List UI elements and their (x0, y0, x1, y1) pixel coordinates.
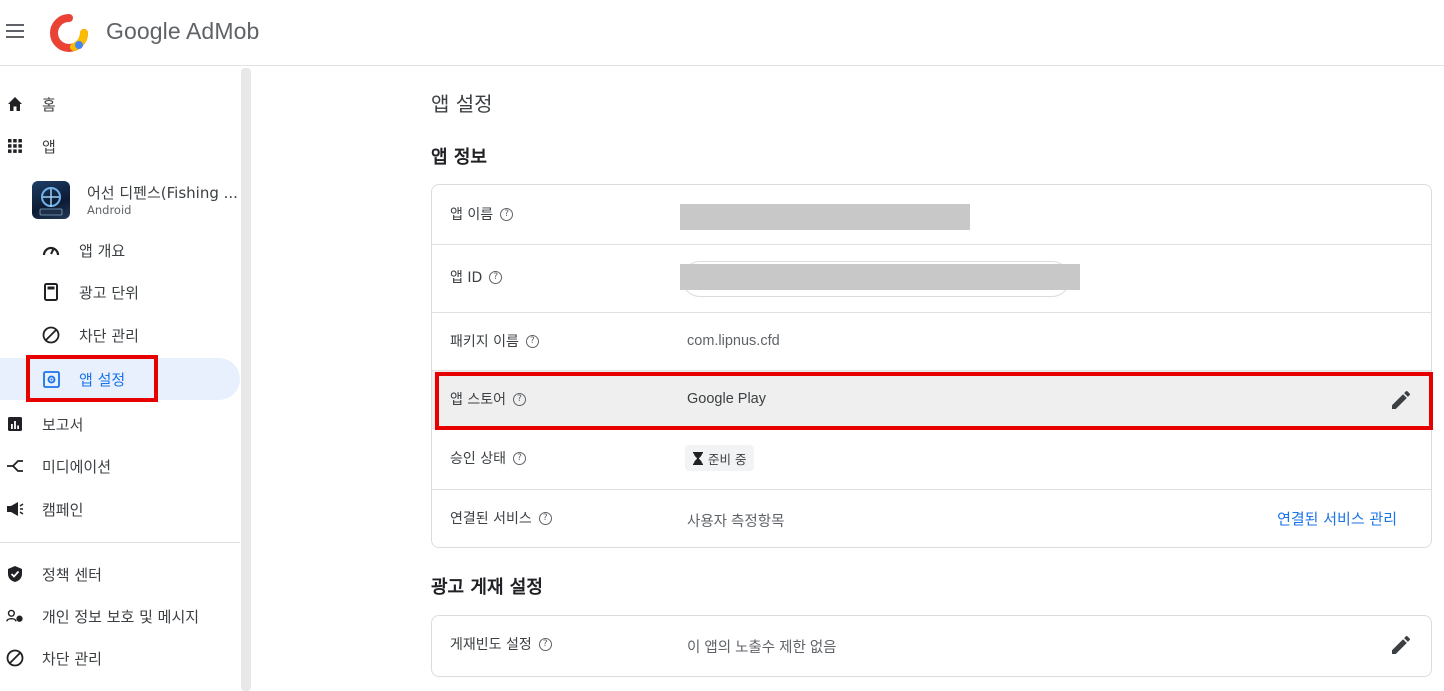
selected-app-card[interactable]: 어선 디펜스(Fishing ... Android (30, 180, 240, 224)
row-label: 승인 상태 ? (450, 448, 526, 468)
sidebar-item-label: 차단 관리 (79, 326, 139, 345)
sidebar-item-mediation[interactable]: 미디에이션 (0, 447, 240, 485)
row-label: 앱 스토어 ? (450, 389, 526, 409)
row-linked-services: 연결된 서비스 ? 사용자 측정항목 연결된 서비스 관리 (432, 490, 1431, 548)
edit-pencil-icon[interactable] (1389, 388, 1413, 412)
brand-title[interactable]: Google AdMob (106, 18, 259, 45)
help-icon[interactable]: ? (512, 451, 526, 465)
sidebar-item-label: 앱 (42, 137, 56, 156)
section-title-ad-serving: 광고 게재 설정 (431, 577, 543, 598)
sidebar-item-apps[interactable]: 앱 (0, 127, 240, 165)
row-label: 앱 이름 ? (450, 204, 514, 224)
privacy-icon (6, 607, 24, 625)
sidebar-item-label: 차단 관리 (42, 649, 102, 668)
speedometer-icon (42, 241, 60, 259)
sidebar-item-label: 광고 단위 (79, 283, 139, 302)
sidebar-item-label: 정책 센터 (42, 565, 102, 584)
section-title-app-info: 앱 정보 (431, 147, 487, 168)
ad-serving-card: 게재빈도 설정 ? 이 앱의 노출수 제한 없음 (431, 615, 1432, 677)
app-name-label: 어선 디펜스(Fishing ... (87, 184, 238, 202)
row-label: 앱 ID ? (450, 267, 503, 287)
row-frequency-capping: 게재빈도 설정 ? 이 앱의 노출수 제한 없음 (432, 616, 1431, 676)
sidebar-item-policy-center[interactable]: 정책 센터 (0, 555, 240, 593)
row-app-name: 앱 이름 ? (432, 185, 1431, 245)
help-icon[interactable]: ? (525, 334, 539, 348)
sidebar-item-label: 홈 (42, 95, 56, 114)
app-platform-label: Android (87, 203, 132, 217)
help-icon[interactable]: ? (512, 392, 526, 406)
policy-shield-icon (6, 565, 24, 583)
admob-logo-icon (50, 14, 88, 52)
help-icon[interactable]: ? (500, 207, 514, 221)
mediation-icon (6, 457, 24, 475)
row-label: 패키지 이름 ? (450, 331, 539, 351)
top-app-bar: Google AdMob (0, 0, 1444, 66)
status-badge: 준비 중 (685, 445, 755, 471)
app-settings-icon (42, 370, 60, 388)
row-label: 게재빈도 설정 ? (450, 634, 552, 654)
reports-icon (6, 415, 24, 433)
app-thumbnail (32, 181, 70, 219)
edit-pencil-icon[interactable] (1389, 633, 1413, 657)
linked-services-value: 사용자 측정항목 (687, 514, 785, 530)
sidebar-item-reports[interactable]: 보고서 (0, 405, 240, 443)
sidebar-item-label: 미디에이션 (42, 457, 112, 476)
help-icon[interactable]: ? (538, 511, 552, 525)
apps-grid-icon (6, 137, 24, 155)
row-app-store: 앱 스토어 ? Google Play (432, 371, 1431, 429)
campaign-icon (6, 500, 24, 518)
help-icon[interactable]: ? (489, 270, 503, 284)
help-icon[interactable]: ? (538, 637, 552, 651)
sidebar-item-ad-units[interactable]: 광고 단위 (0, 273, 240, 311)
sidebar-item-label: 앱 설정 (79, 370, 126, 389)
sidebar-item-home[interactable]: 홈 (0, 85, 240, 123)
sidebar-item-app-settings[interactable]: 앱 설정 (0, 358, 240, 400)
sidebar-item-blocking-controls[interactable]: 차단 관리 (0, 316, 240, 354)
page-title: 앱 설정 (431, 92, 493, 116)
block-icon (42, 326, 60, 344)
sidebar-item-label: 캠페인 (42, 500, 84, 519)
sidebar-item-privacy-messaging[interactable]: 개인 정보 보호 및 메시지 (0, 597, 240, 635)
row-app-id: 앱 ID ? (432, 245, 1431, 313)
row-label: 연결된 서비스 ? (450, 508, 552, 528)
frequency-capping-value: 이 앱의 노출수 제한 없음 (687, 640, 837, 656)
sidebar-scrollbar[interactable] (241, 68, 251, 691)
redacted-app-name (680, 204, 970, 230)
sidebar-item-label: 보고서 (42, 415, 84, 434)
sidebar-item-label: 앱 개요 (79, 241, 126, 260)
sidebar-item-blocking-controls-global[interactable]: 차단 관리 (0, 639, 240, 677)
sidebar-item-label: 개인 정보 보호 및 메시지 (42, 607, 200, 626)
sidebar-item-campaigns[interactable]: 캠페인 (0, 490, 240, 528)
app-store-value: Google Play (687, 391, 766, 407)
app-info-card: 앱 이름 ? 앱 ID ? 패키지 이름 ? com.lipnus.cfd 앱 … (431, 184, 1432, 548)
sidebar-divider (0, 542, 240, 543)
ad-unit-icon (42, 283, 60, 301)
block-icon (6, 649, 24, 667)
row-package-name: 패키지 이름 ? com.lipnus.cfd (432, 313, 1431, 371)
menu-icon[interactable] (6, 24, 24, 38)
package-name-value: com.lipnus.cfd (687, 333, 780, 349)
home-icon (6, 95, 24, 113)
hourglass-icon (693, 451, 703, 465)
redacted-app-id (680, 264, 1080, 290)
sidebar-item-app-overview[interactable]: 앱 개요 (0, 231, 240, 269)
row-approval-status: 승인 상태 ? 준비 중 (432, 429, 1431, 490)
manage-linked-services-link[interactable]: 연결된 서비스 관리 (1277, 508, 1397, 529)
